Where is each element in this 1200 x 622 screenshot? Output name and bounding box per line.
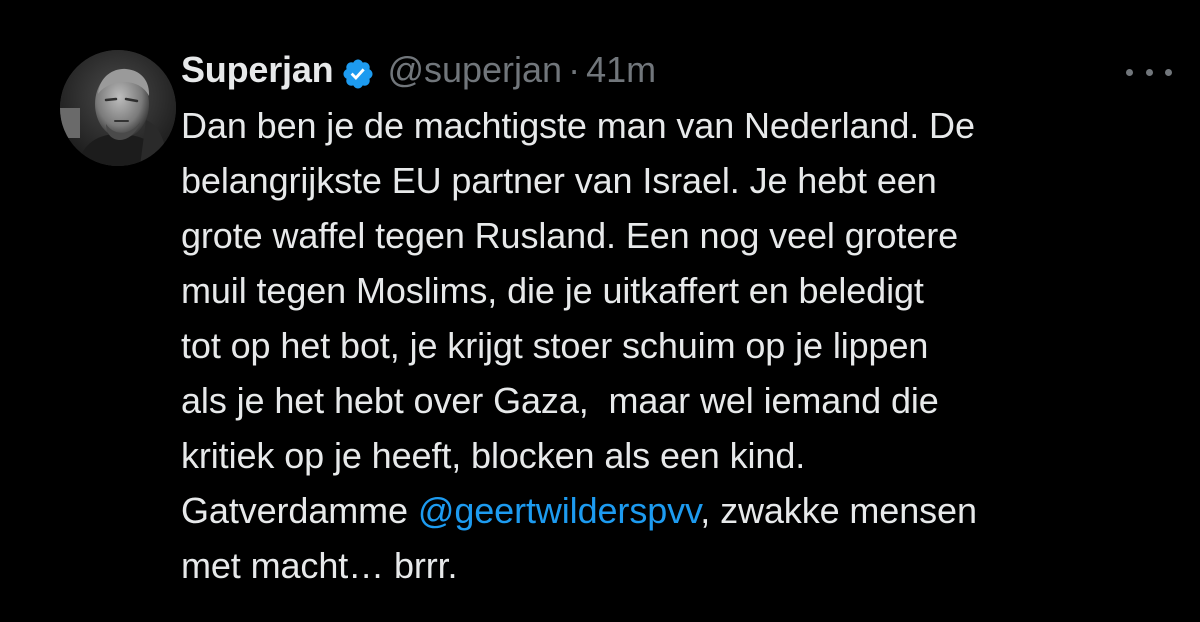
tweet-text-line: met macht… brrr. <box>181 545 458 586</box>
tweet-header: Superjan @superjan · 41m <box>181 44 656 96</box>
separator-dot: · <box>568 49 581 90</box>
tweet-text-line: Dan ben je de machtigste man van Nederla… <box>181 105 975 146</box>
avatar-photo <box>60 50 176 166</box>
more-dot <box>1145 68 1153 76</box>
more-options-icon[interactable] <box>1126 62 1172 82</box>
avatar[interactable] <box>60 50 176 166</box>
tweet-text-line: kritiek op je heeft, blocken als een kin… <box>181 435 806 476</box>
author-handle[interactable]: @superjan <box>387 44 562 96</box>
text-after-mention: , zwakke mensen <box>700 490 977 531</box>
tweet-text-line: belangrijkste EU partner van Israel. Je … <box>181 160 937 201</box>
more-dot <box>1126 68 1133 76</box>
more-dot <box>1165 68 1172 76</box>
tweet[interactable]: Superjan @superjan · 41m Dan ben je de m… <box>0 0 1200 622</box>
tweet-text-line: als je het hebt over Gaza, maar wel iema… <box>181 380 939 421</box>
mention-link[interactable]: @geertwilderspvv <box>418 490 700 531</box>
text-before-mention: Gatverdamme <box>181 490 418 531</box>
tweet-text: Dan ben je de machtigste man van Nederla… <box>181 98 1181 593</box>
tweet-text-line: muil tegen Moslims, die je uitkaffert en… <box>181 270 924 311</box>
author-display-name[interactable]: Superjan <box>181 44 334 96</box>
tweet-text-line: grote waffel tegen Rusland. Een nog veel… <box>181 215 959 256</box>
timestamp[interactable]: 41m <box>586 44 656 96</box>
tweet-text-line-with-mention: Gatverdamme @geertwilderspvv, zwakke men… <box>181 483 1181 538</box>
verified-badge-icon <box>341 53 375 89</box>
tweet-text-line: tot op het bot, je krijgt stoer schuim o… <box>181 325 929 366</box>
